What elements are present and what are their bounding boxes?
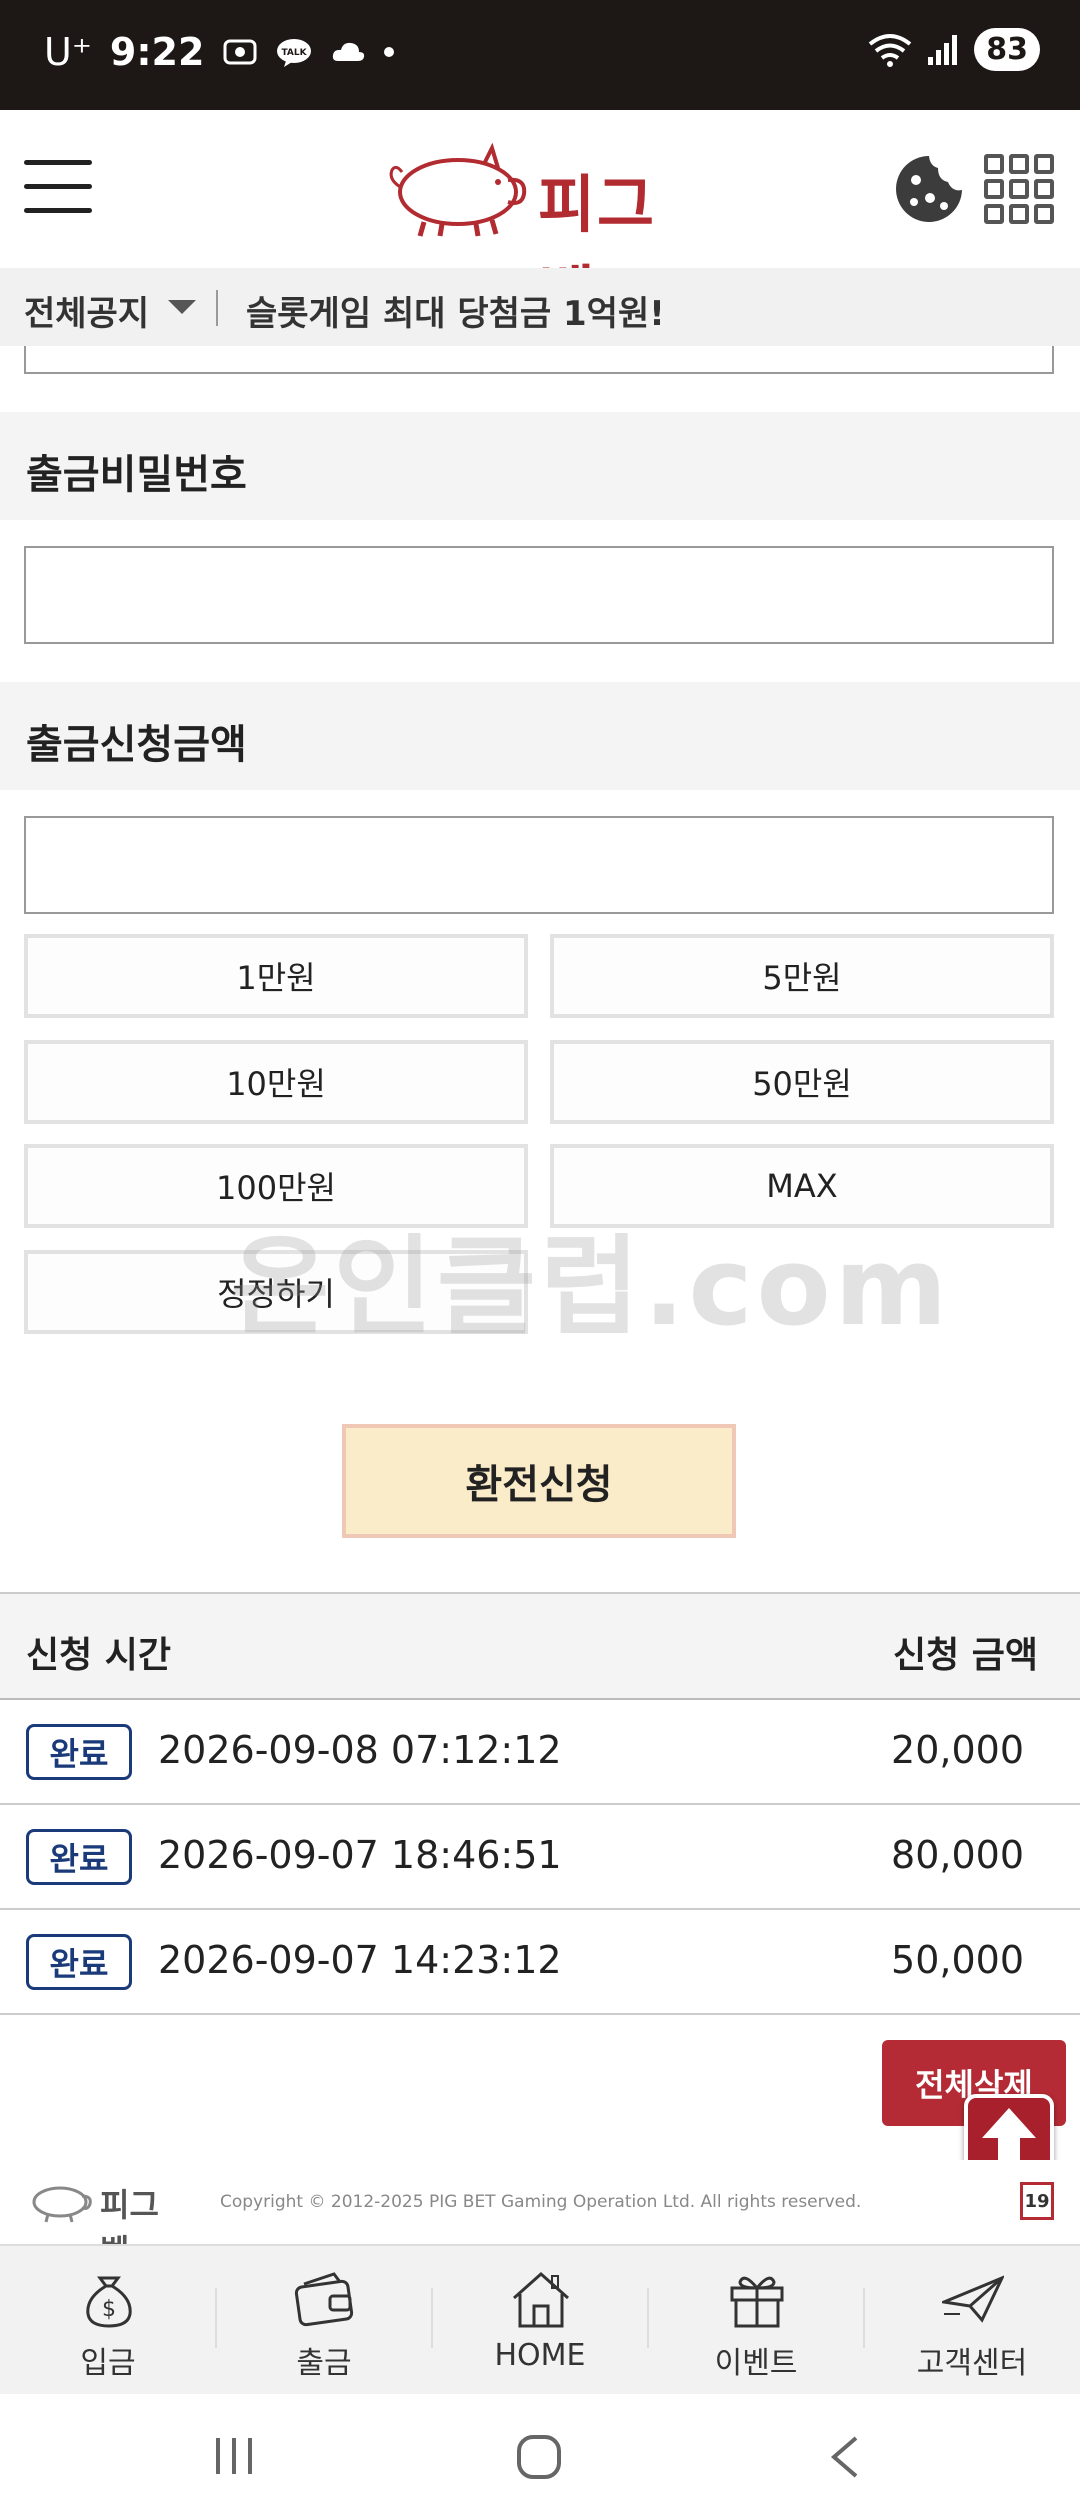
talk-icon: TALK (277, 39, 312, 67)
amount-100k-button[interactable]: 10만원 (24, 1040, 528, 1124)
table-row: 완료 2026-09-07 18:46:51 80,000 (0, 1805, 1080, 1910)
recent-apps-icon[interactable] (212, 2434, 256, 2478)
password-label: 출금비밀번호 (26, 452, 247, 498)
nav-home[interactable]: HOME (432, 2246, 648, 2396)
carrier-label: U⁺ (44, 30, 92, 74)
clock: 9:22 (109, 30, 205, 74)
svg-text:$: $ (102, 2297, 116, 2322)
bottom-navigation: $ 입금 출금 HOME 이벤트 고객센터 (0, 2244, 1080, 2394)
logo[interactable]: 피그벳 (380, 140, 710, 331)
wallet-icon (294, 2272, 354, 2327)
request-time: 2026-09-07 18:46:51 (158, 1833, 562, 1877)
status-badge: 완료 (26, 1934, 132, 1990)
back-icon[interactable] (826, 2434, 862, 2480)
app-header: 피그벳 (0, 110, 1080, 331)
footer: 피그벳 Copyright © 2012-2025 PIG BET Gaming… (0, 2160, 1080, 2270)
age-restriction-badge: 19 (1020, 2182, 1054, 2220)
nav-label: 고객센터 (916, 2346, 1028, 2381)
nav-event[interactable]: 이벤트 (648, 2246, 864, 2396)
footer-logo: 피그벳 (24, 2180, 184, 2270)
amount-max-button[interactable]: MAX (550, 1144, 1054, 1228)
wifi-icon (869, 33, 912, 67)
nav-customer-center[interactable]: 고객센터 (864, 2246, 1080, 2396)
copyright-text: Copyright © 2012-2025 PIG BET Gaming Ope… (220, 2192, 862, 2212)
notice-bar[interactable]: 전체공지 슬롯게임 최대 당첨금 1억원! (0, 268, 1080, 346)
svg-text:TALK: TALK (282, 48, 308, 58)
request-time: 2026-09-07 14:23:12 (158, 1938, 562, 1982)
nav-deposit[interactable]: $ 입금 (0, 2246, 216, 2396)
cloud-icon (333, 42, 365, 61)
home-system-icon[interactable] (516, 2434, 562, 2480)
nav-label: HOME (494, 2338, 586, 2373)
withdraw-amount-input[interactable] (24, 816, 1054, 914)
status-badge: 완료 (26, 1829, 132, 1885)
system-navigation-bar (0, 2394, 1080, 2520)
amount-label: 출금신청금액 (26, 722, 247, 768)
nav-label: 입금 (80, 2346, 136, 2381)
notification-dot-icon (384, 47, 395, 57)
exchange-request-button[interactable]: 환전신청 (342, 1424, 736, 1538)
cookie-icon[interactable] (894, 154, 964, 224)
table-row: 완료 2026-09-07 14:23:12 50,000 (0, 1910, 1080, 2015)
pig-logo-icon (389, 142, 527, 237)
amount-50k-button[interactable]: 5만원 (550, 934, 1054, 1018)
notice-category[interactable]: 전체공지 (24, 286, 149, 335)
grid-apps-icon[interactable] (984, 154, 1054, 224)
amount-500k-button[interactable]: 50만원 (550, 1040, 1054, 1124)
divider (216, 290, 218, 326)
request-amount: 20,000 (891, 1728, 1024, 1772)
column-header-amount: 신청 금액 (892, 1635, 1038, 1676)
pig-logo-icon (32, 2186, 92, 2223)
amount-1m-button[interactable]: 100만원 (24, 1144, 528, 1228)
amount-reset-button[interactable]: 정정하기 (24, 1250, 528, 1334)
chevron-down-icon[interactable] (168, 300, 196, 314)
nav-withdraw[interactable]: 출금 (216, 2246, 432, 2396)
money-bag-icon: $ (86, 2276, 132, 2328)
nav-label: 이벤트 (714, 2346, 798, 2381)
gift-icon (730, 2276, 784, 2328)
table-header: 신청 시간 신청 금액 (0, 1594, 1080, 1700)
home-icon (513, 2271, 569, 2328)
request-amount: 80,000 (891, 1833, 1024, 1877)
screenshot-icon (223, 39, 257, 65)
signal-icon (928, 34, 958, 65)
column-header-time: 신청 시간 (26, 1635, 172, 1676)
request-time: 2026-09-08 07:12:12 (158, 1728, 562, 1772)
status-bar: U⁺ 9:22 TALK 83 (0, 0, 1080, 110)
nav-label: 출금 (296, 2346, 352, 2381)
request-amount: 50,000 (891, 1938, 1024, 1982)
status-badge: 완료 (26, 1724, 132, 1780)
amount-section-header: 출금신청금액 (0, 682, 1080, 790)
withdraw-history-table: 신청 시간 신청 금액 완료 2026-09-08 07:12:12 20,00… (0, 1592, 1080, 2015)
table-row: 완료 2026-09-08 07:12:12 20,000 (0, 1700, 1080, 1805)
amount-10k-button[interactable]: 1만원 (24, 934, 528, 1018)
battery-indicator: 83 (974, 28, 1040, 71)
password-section-header: 출금비밀번호 (0, 412, 1080, 520)
notice-text[interactable]: 슬롯게임 최대 당첨금 1억원! (246, 286, 665, 335)
hamburger-menu-icon[interactable] (24, 156, 94, 218)
paper-plane-icon (942, 2275, 1004, 2323)
withdraw-password-input[interactable] (24, 546, 1054, 644)
previous-input-field[interactable] (24, 346, 1054, 374)
